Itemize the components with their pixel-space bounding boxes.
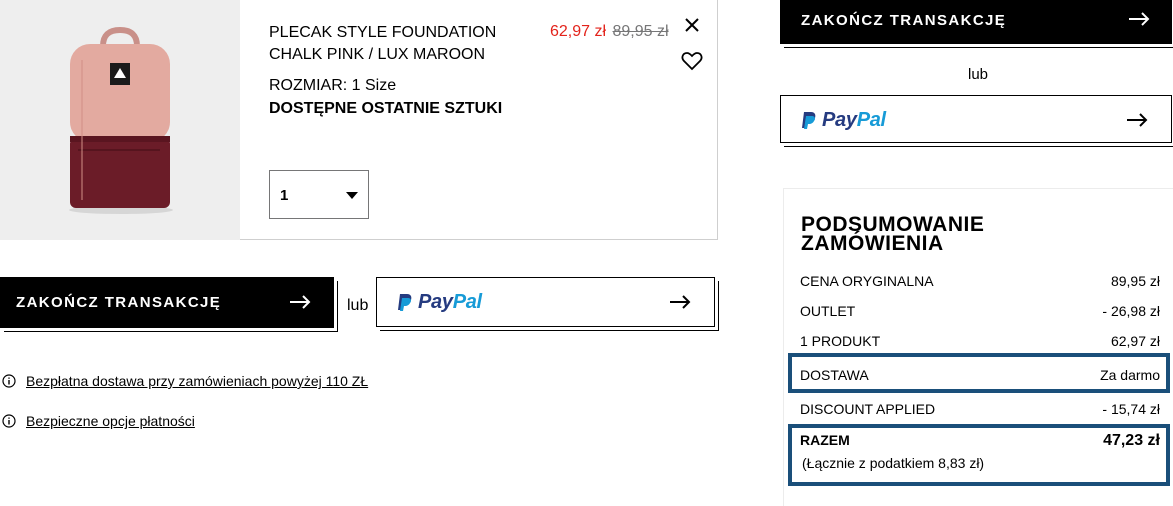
paypal-pal-text: Pal — [856, 109, 886, 131]
sale-price: 62,97 zł — [550, 23, 607, 40]
summary-row-value: - 26,98 zł — [1102, 303, 1160, 319]
product-price: 62,97 zł 89,95 zł — [550, 22, 669, 42]
paypal-logo: PayPal — [802, 109, 886, 132]
arrow-right-icon — [290, 295, 311, 309]
stock-status: DOSTĘPNE OSTATNIE SZTUKI — [269, 100, 503, 117]
product-name[interactable]: PLECAK STYLE FOUNDATION CHALK PINK / LUX… — [269, 22, 529, 66]
order-summary: PODSUMOWANIE ZAMÓWIENIA CENA ORYGINALNA … — [783, 188, 1173, 506]
summary-row-label: DOSTAWA — [800, 367, 869, 383]
product-name-line2[interactable]: CHALK PINK / LUX MAROON — [269, 44, 529, 66]
tax-note: (Łącznie z podatkiem 8,83 zł) — [802, 455, 985, 471]
paypal-icon — [398, 294, 412, 311]
heart-icon[interactable] — [681, 51, 703, 71]
summary-row-label: 1 PRODUKT — [800, 333, 881, 349]
info-icon — [2, 374, 16, 388]
total-label: RAZEM — [800, 432, 850, 448]
arrow-right-icon — [1127, 113, 1148, 127]
cart-item-card: PLECAK STYLE FOUNDATION CHALK PINK / LUX… — [0, 0, 718, 240]
summary-row-value: - 15,74 zł — [1102, 401, 1160, 417]
quantity-value: 1 — [280, 187, 289, 204]
paypal-pay-text: Pay — [418, 291, 453, 313]
paypal-logo: PayPal — [398, 291, 482, 314]
total-value: 47,23 zł — [1103, 432, 1160, 449]
summary-row-label: DISCOUNT APPLIED — [800, 401, 936, 417]
or-separator: lub — [347, 297, 369, 314]
summary-row-label: CENA ORYGINALNA — [800, 273, 934, 289]
checkout-button-label: ZAKOŃCZ TRANSAKCJĘ — [801, 12, 1007, 29]
original-price: 89,95 zł — [612, 23, 669, 40]
paypal-button[interactable]: PayPal — [376, 277, 715, 327]
summary-title: PODSUMOWANIE ZAMÓWIENIA — [801, 213, 985, 255]
summary-row-label: OUTLET — [800, 303, 856, 319]
free-delivery-link[interactable]: Bezpłatna dostawa przy zamówieniach powy… — [26, 373, 368, 389]
free-delivery-info: Bezpłatna dostawa przy zamówieniach powy… — [2, 373, 368, 389]
info-icon — [2, 414, 16, 428]
close-icon[interactable] — [683, 16, 701, 34]
arrow-right-icon — [670, 295, 691, 309]
or-separator-right: lub — [968, 66, 989, 83]
summary-row-value: 62,97 zł — [1110, 333, 1160, 349]
product-image[interactable] — [0, 0, 240, 240]
summary-row-value: 89,95 zł — [1110, 273, 1160, 289]
arrow-right-icon — [1129, 12, 1150, 26]
product-name-line1[interactable]: PLECAK STYLE FOUNDATION — [269, 22, 529, 44]
quantity-select[interactable]: 1 — [269, 170, 369, 219]
checkout-button-label: ZAKOŃCZ TRANSAKCJĘ — [16, 294, 222, 311]
chevron-down-icon — [346, 192, 358, 199]
paypal-pay-text: Pay — [822, 109, 857, 131]
paypal-icon — [802, 112, 816, 129]
secure-payment-link[interactable]: Bezpieczne opcje płatności — [26, 413, 195, 429]
paypal-button-right[interactable]: PayPal — [780, 95, 1172, 143]
paypal-pal-text: Pal — [452, 291, 482, 313]
checkout-button[interactable]: ZAKOŃCZ TRANSAKCJĘ — [0, 277, 334, 328]
secure-payment-info: Bezpieczne opcje płatności — [2, 413, 195, 429]
checkout-button-top[interactable]: ZAKOŃCZ TRANSAKCJĘ — [780, 0, 1172, 44]
product-size: ROZMIAR: 1 Size — [269, 77, 397, 94]
summary-row-value: Za darmo — [1100, 367, 1160, 383]
